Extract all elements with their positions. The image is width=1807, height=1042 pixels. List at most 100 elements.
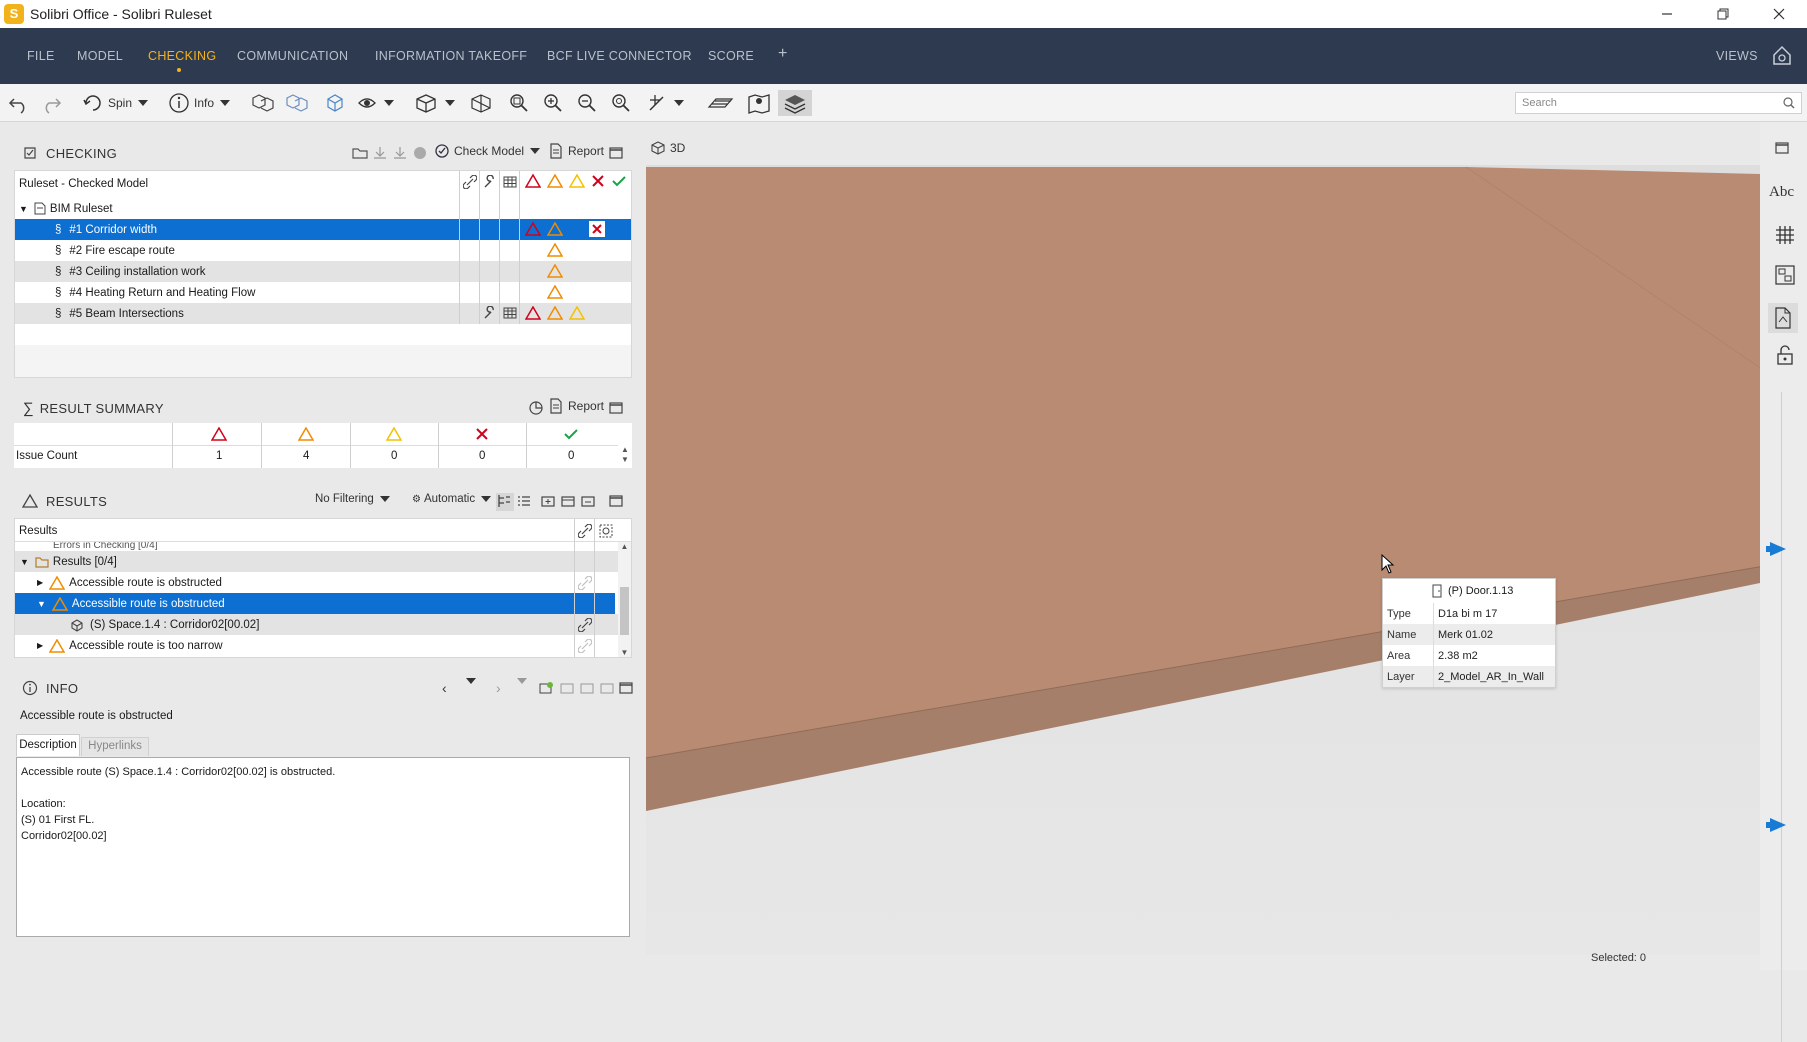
expand-icon[interactable]: ▼	[20, 557, 29, 567]
info-slide-3-button[interactable]	[579, 680, 595, 696]
minimize-button[interactable]	[1643, 0, 1691, 28]
list-view-button[interactable]	[516, 493, 532, 509]
maximize-panel-button[interactable]	[608, 493, 624, 509]
tree-root-row[interactable]: ▼ BIM Ruleset	[15, 198, 631, 219]
mode-dropdown[interactable]: ⚙ Automatic	[412, 493, 492, 505]
zoom-window-button[interactable]	[610, 90, 632, 116]
maximize-panel-button[interactable]	[608, 145, 624, 161]
tab-hyperlinks[interactable]: Hyperlinks	[81, 737, 149, 756]
menu-checking[interactable]: CHECKING	[148, 49, 216, 63]
menu-file[interactable]: FILE	[27, 49, 55, 63]
grid-button[interactable]	[1774, 224, 1798, 248]
result-child-row[interactable]: (S) Space.1.4 : Corridor02[00.02]	[15, 614, 631, 635]
cube-button[interactable]	[324, 90, 346, 116]
views-menu[interactable]: VIEWS	[1716, 49, 1758, 63]
result-row[interactable]: ▶ Accessible route is too narrow	[15, 635, 631, 656]
info-slide-button[interactable]	[538, 680, 554, 696]
menu-bcf-live-connector[interactable]: BCF LIVE CONNECTOR	[547, 49, 692, 63]
maximize-panel-button[interactable]	[608, 400, 624, 416]
result-row[interactable]: ▶ Accessible route is obstructed	[15, 572, 631, 593]
components-button[interactable]	[284, 90, 310, 116]
results-scrollbar[interactable]: ▲ ▼	[618, 542, 631, 657]
rule-row[interactable]: § #5 Beam Intersections	[15, 303, 631, 324]
model-tree-button[interactable]	[250, 90, 276, 116]
redo-button[interactable]	[38, 90, 64, 116]
restore-button[interactable]	[1699, 0, 1747, 28]
expand-icon[interactable]: ▼	[37, 599, 46, 609]
summary-settings-button[interactable]	[528, 400, 544, 416]
slide-export-button[interactable]	[580, 493, 596, 509]
scroll-down-icon[interactable]: ▼	[618, 648, 631, 657]
spin-dropdown[interactable]: Spin	[82, 90, 149, 116]
box-view-icon	[416, 94, 436, 113]
expand-icon[interactable]: ▶	[37, 641, 43, 650]
result-row-selected[interactable]: ▼ Accessible route is obstructed	[15, 593, 615, 614]
stop-button[interactable]	[412, 145, 428, 161]
forward-dropdown[interactable]	[511, 678, 527, 699]
filter-dropdown[interactable]: No Filtering	[315, 493, 390, 505]
search-input[interactable]: Search	[1515, 92, 1802, 114]
scrollbar-thumb[interactable]	[620, 587, 629, 635]
info-slide-4-button[interactable]	[599, 680, 615, 696]
measure-dropdown[interactable]	[646, 90, 684, 116]
3d-viewport[interactable]	[646, 165, 1760, 955]
results-group-row[interactable]: ▼ Results [0/4]	[15, 551, 631, 572]
history-dropdown[interactable]	[460, 678, 476, 699]
3d-scene[interactable]	[646, 165, 1760, 955]
zoom-in-button[interactable]	[542, 90, 564, 116]
expand-icon[interactable]: ▶	[37, 578, 43, 587]
text-tool-button[interactable]: Abc	[1769, 184, 1794, 208]
scroll-up-icon[interactable]: ▲	[618, 542, 631, 551]
menu-model[interactable]: MODEL	[77, 49, 123, 63]
menu-information-takeoff[interactable]: INFORMATION TAKEOFF	[375, 49, 527, 63]
properties-button[interactable]	[1774, 264, 1798, 288]
close-button[interactable]	[1755, 0, 1803, 28]
open-ruleset-button[interactable]	[352, 145, 368, 161]
menu-communication[interactable]: COMMUNICATION	[237, 49, 348, 63]
expand-icon[interactable]: ▼	[19, 204, 28, 214]
summary-scrollbar[interactable]: ▲ ▼	[618, 445, 632, 468]
maximize-icon	[619, 682, 633, 694]
section-box-button[interactable]	[468, 90, 494, 116]
rule-row[interactable]: § #1 Corridor width	[15, 219, 631, 240]
3d-view-tab[interactable]: 3D	[650, 140, 685, 156]
menu-score[interactable]: SCORE	[708, 49, 754, 63]
document-button[interactable]	[1768, 303, 1798, 333]
back-button[interactable]: ‹	[442, 680, 447, 696]
rule-row[interactable]: § #2 Fire escape route	[15, 240, 631, 261]
tab-description[interactable]: Description	[16, 734, 80, 756]
panel-toggle-button[interactable]	[1774, 140, 1798, 164]
forward-button[interactable]: ›	[496, 680, 501, 696]
tree-view-button[interactable]	[496, 493, 514, 511]
undo-button[interactable]	[6, 90, 32, 116]
map-button[interactable]	[746, 90, 772, 116]
views-home-icon[interactable]	[1771, 44, 1793, 66]
zoom-out-button[interactable]	[576, 90, 598, 116]
maximize-panel-button[interactable]	[618, 680, 634, 696]
marker-bottom-handle[interactable]	[1770, 818, 1786, 832]
zoom-fit-button[interactable]	[508, 90, 530, 116]
lock-button[interactable]	[1774, 344, 1798, 368]
visibility-dropdown[interactable]	[356, 90, 394, 116]
create-slide-button[interactable]	[540, 493, 556, 509]
check-model-dropdown[interactable]: Check Model	[434, 143, 541, 159]
slice-button[interactable]	[706, 90, 734, 116]
layers-button[interactable]	[778, 90, 812, 116]
rule-row[interactable]: § #4 Heating Return and Heating Flow	[15, 282, 631, 303]
export-button[interactable]	[392, 145, 408, 161]
add-tab-button[interactable]: +	[778, 45, 788, 63]
rule-row[interactable]: § #3 Ceiling installation work	[15, 261, 631, 282]
info-dropdown[interactable]: Info	[168, 90, 231, 116]
info-slide-2-button[interactable]	[559, 680, 575, 696]
save-ruleset-button[interactable]	[372, 145, 388, 161]
report-button[interactable]: Report	[549, 143, 604, 159]
slide-presentation-button[interactable]	[560, 493, 576, 509]
summary-report-button[interactable]: Report	[549, 398, 604, 414]
result-label: Accessible route is too narrow	[69, 639, 223, 652]
critical-icon	[525, 306, 541, 320]
low-count: 0	[391, 450, 398, 462]
box-view-dropdown[interactable]	[413, 90, 455, 116]
tree-view-icon	[498, 495, 510, 507]
chevron-down-icon	[530, 148, 541, 154]
marker-top-handle[interactable]	[1770, 542, 1786, 556]
